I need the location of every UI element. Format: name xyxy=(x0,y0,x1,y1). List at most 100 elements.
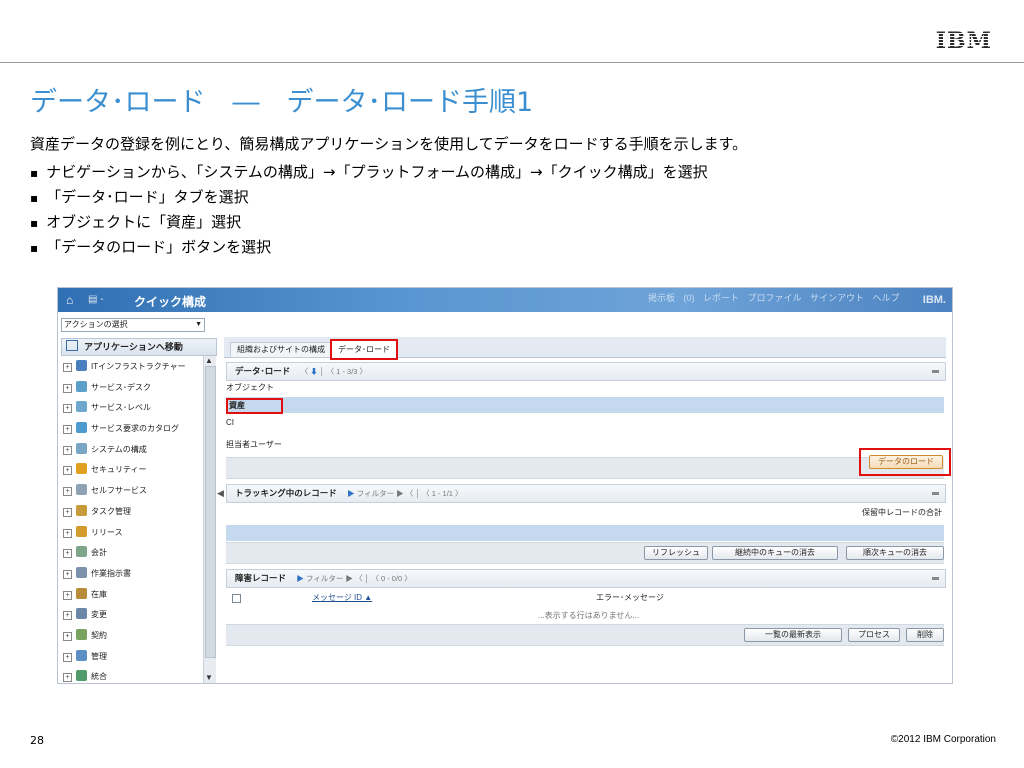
expand-icon[interactable]: + xyxy=(63,425,72,435)
home-icon[interactable]: ⌂ xyxy=(66,293,73,307)
nav-item-label: セキュリティー xyxy=(91,465,147,475)
expand-icon[interactable]: + xyxy=(63,404,72,414)
clear-continuous-queue-button[interactable]: 継続中のキューの消去 xyxy=(712,546,838,560)
table-row[interactable]: 資産 xyxy=(226,397,944,414)
nav-item[interactable]: + 在庫 xyxy=(61,585,201,606)
filter-icon[interactable]: ▶ xyxy=(296,574,304,583)
pending-total-label: 保留中レコードの合計 xyxy=(862,508,942,517)
scroll-up-icon[interactable]: ▲ xyxy=(205,356,213,365)
copyright: ©2012 IBM Corporation xyxy=(890,734,996,745)
download-icon[interactable]: ⬇ xyxy=(310,367,318,376)
clear-sequential-queue-button[interactable]: 順次キューの消去 xyxy=(846,546,944,560)
nav-item-label: 契約 xyxy=(91,630,107,640)
data-load-section-header: データ･ロード 〈 ⬇ │ 〈 1 - 3/3 〉 xyxy=(226,362,946,381)
service-level-icon xyxy=(76,401,87,413)
nav-item[interactable]: + 統合 xyxy=(61,667,201,683)
nav-item[interactable]: + セルフサービス xyxy=(61,481,201,502)
nav-item-label: 在庫 xyxy=(91,589,107,599)
bullet-item: ナビゲーションから、「システムの構成」→「プラットフォームの構成」→「クイック構… xyxy=(30,160,707,185)
message-id-column-header[interactable]: メッセージ ID ▲ xyxy=(312,592,372,603)
nav-item-label: 管理 xyxy=(91,651,107,661)
nav-item[interactable]: + ITインフラストラクチャー xyxy=(61,357,201,378)
nav-item[interactable]: + サービス･デスク xyxy=(61,378,201,399)
self-service-icon xyxy=(76,484,87,496)
nav-header: アプリケーションへ移動 xyxy=(61,338,217,356)
nav-item[interactable]: + サービス要求のカタログ xyxy=(61,419,201,440)
nav-item[interactable]: + 会計 xyxy=(61,543,201,564)
nav-item-label: システムの構成 xyxy=(91,444,147,454)
expand-icon[interactable]: + xyxy=(63,549,72,559)
expand-icon[interactable]: + xyxy=(63,611,72,621)
collapse-icon[interactable] xyxy=(932,370,939,373)
delete-button[interactable]: 削除 xyxy=(906,628,944,642)
service-desk-icon xyxy=(76,380,87,392)
scroll-thumb[interactable] xyxy=(205,366,216,658)
action-select[interactable]: アクションの選択 ▼ xyxy=(61,318,205,332)
nav-item[interactable]: + 契約 xyxy=(61,626,201,647)
collapse-icon[interactable] xyxy=(932,492,939,495)
bullet-item: 「データ･ロード」タブを選択 xyxy=(30,185,708,210)
work-order-icon xyxy=(76,566,87,578)
contract-icon xyxy=(76,628,87,640)
nav-scrollbar[interactable]: ▲ ▼ xyxy=(203,356,216,683)
nav-item-label: 会計 xyxy=(91,548,107,558)
nav-item[interactable]: + リリース xyxy=(61,523,201,544)
expand-icon[interactable]: + xyxy=(63,631,72,641)
intro-text: 資産データの登録を例にとり、簡易構成アプリケーションを使用してデータをロードする… xyxy=(30,135,748,153)
expand-icon[interactable]: + xyxy=(63,528,72,538)
scroll-down-icon[interactable]: ▼ xyxy=(205,673,213,682)
collapse-icon[interactable] xyxy=(932,577,939,580)
nav-item[interactable]: + 作業指示書 xyxy=(61,564,201,585)
expand-icon[interactable]: + xyxy=(63,466,72,476)
select-all-checkbox[interactable] xyxy=(232,594,241,603)
document-menu-icon[interactable]: ▤ - xyxy=(88,294,104,305)
bullet-item: 「データのロード」ボタンを選択 xyxy=(30,235,708,260)
nav-item[interactable]: + 管理 xyxy=(61,647,201,668)
header-divider xyxy=(0,62,1024,63)
process-button[interactable]: プロセス xyxy=(848,628,900,642)
tab-data-load[interactable]: データ･ロード xyxy=(330,339,398,360)
refresh-button[interactable]: リフレッシュ xyxy=(644,546,708,560)
nav-list: + ITインフラストラクチャー + サービス･デスク + サービス･レベル + サービス要求の… xyxy=(61,357,201,683)
nav-item[interactable]: + セキュリティー xyxy=(61,460,201,481)
action-select-value: アクションの選択 xyxy=(64,320,128,329)
load-data-button[interactable]: データのロード xyxy=(869,455,943,469)
server-icon xyxy=(76,360,87,371)
expand-icon[interactable]: + xyxy=(63,590,72,600)
lock-icon xyxy=(76,463,87,475)
app-screenshot: ⌂ ▤ - クイック構成 掲示板 (0) レポート プロファイル サインアウト … xyxy=(57,287,953,684)
splitter-handle-icon[interactable]: ◀ xyxy=(217,488,224,499)
empty-table-message: ...表示する行はありません... xyxy=(538,611,640,620)
table-row[interactable]: CI xyxy=(226,415,944,431)
tab-org-site-config[interactable]: 組織およびサイトの構成 xyxy=(230,342,332,358)
nav-item-label: 変更 xyxy=(91,610,107,620)
tracking-section-header: トラッキング中のレコード ▶ フィルター ▶ 〈 │ 〈 1 - 1/1 〉 xyxy=(226,484,946,503)
table-row[interactable]: 担当者ユーザー xyxy=(226,437,944,453)
toolbar: ▶ フィルター ▶ 〈 │ 〈 0 - 0/0 〉 xyxy=(296,574,412,583)
nav-item[interactable]: + タスク管理 xyxy=(61,502,201,523)
toolbar: ▶ フィルター ▶ 〈 │ 〈 1 - 1/1 〉 xyxy=(347,489,463,498)
nav-item[interactable]: + サービス･レベル xyxy=(61,398,201,419)
expand-icon[interactable]: + xyxy=(63,487,72,497)
nav-item-label: サービス要求のカタログ xyxy=(91,424,179,434)
expand-icon[interactable]: + xyxy=(63,569,72,579)
toolbar: 〈 ⬇ │ 〈 1 - 3/3 〉 xyxy=(300,367,368,376)
refresh-list-button[interactable]: 一覧の最新表示 xyxy=(744,628,842,642)
page-number: 28 xyxy=(30,734,44,747)
expand-icon[interactable]: + xyxy=(63,363,72,372)
header-links[interactable]: 掲示板 (0) レポート プロファイル サインアウト ヘルプ xyxy=(648,291,900,304)
table-row[interactable] xyxy=(226,525,944,541)
nav-item[interactable]: + システムの構成 xyxy=(61,440,201,461)
nav-item[interactable]: + 変更 xyxy=(61,605,201,626)
error-message-column-header: エラー･メッセージ xyxy=(596,593,664,602)
nav-item-label: セルフサービス xyxy=(91,486,147,496)
admin-icon xyxy=(76,649,87,661)
expand-icon[interactable]: + xyxy=(63,445,72,455)
expand-icon[interactable]: + xyxy=(63,673,72,683)
expand-icon[interactable]: + xyxy=(63,652,72,662)
filter-icon[interactable]: ▶ xyxy=(347,489,355,498)
expand-icon[interactable]: + xyxy=(63,507,72,517)
expand-icon[interactable]: + xyxy=(63,383,72,393)
accounting-icon xyxy=(76,546,87,558)
inventory-icon xyxy=(76,587,87,599)
